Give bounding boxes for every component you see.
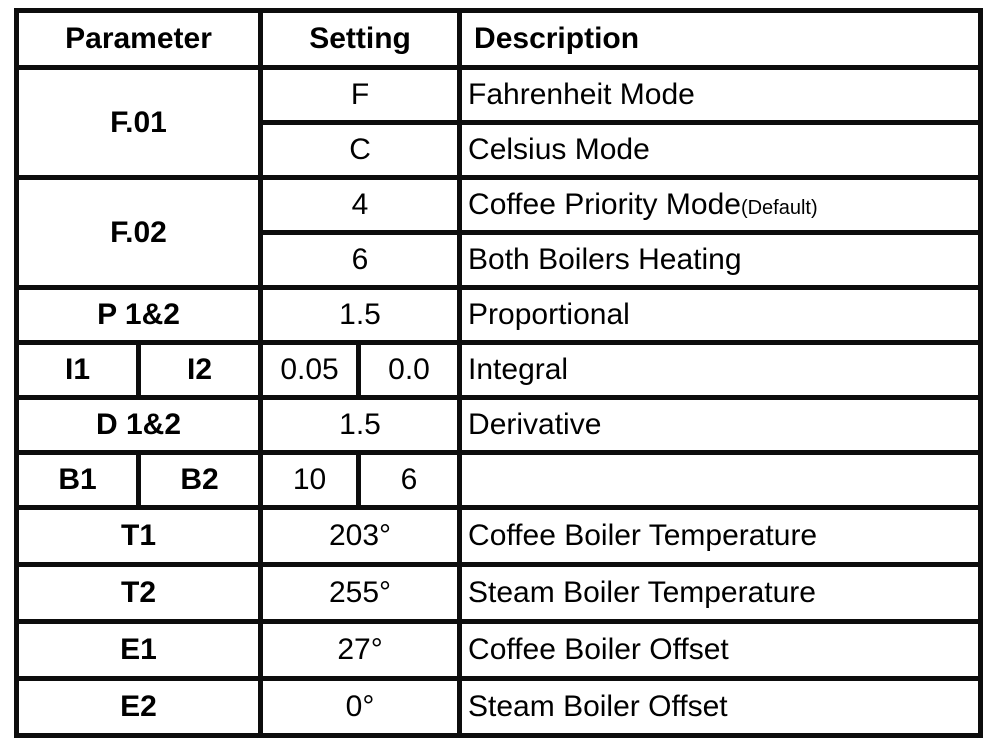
- cell-setting-b2: 6: [356, 450, 463, 510]
- cell-description-coffee-boiler-temperature: Coffee Boiler Temperature: [457, 505, 984, 567]
- cell-parameter-b2: B2: [135, 450, 264, 510]
- table-row: P 1&2 1.5 Proportional: [13, 285, 984, 345]
- cell-description-steam-boiler-temperature: Steam Boiler Temperature: [457, 562, 984, 624]
- cell-parameter-t1: T1: [13, 505, 264, 567]
- parameter-settings-table: Parameter Setting Description F.01 F Fah…: [13, 8, 984, 738]
- table-row: B1 B2 10 6: [14, 450, 984, 510]
- cell-setting-e2: 0°: [258, 676, 463, 738]
- cell-parameter-i2: I2: [135, 340, 264, 400]
- description-text: Coffee Priority Mode: [468, 188, 741, 221]
- cell-setting-d12: 1.5: [258, 395, 463, 455]
- cell-parameter-i1: I1: [14, 340, 141, 400]
- table-header-row: Parameter Setting Description: [13, 8, 984, 70]
- cell-setting-f02-6: 6: [258, 230, 463, 290]
- cell-parameter-f02: F.02: [13, 175, 264, 290]
- cell-setting-p12: 1.5: [258, 285, 463, 345]
- parameter-settings-table-container: Parameter Setting Description F.01 F Fah…: [13, 8, 984, 738]
- cell-description-derivative: Derivative: [457, 395, 984, 455]
- table-row: I1 I2 0.05 0.0 Integral: [14, 340, 984, 400]
- cell-description-steam-boiler-offset: Steam Boiler Offset: [457, 676, 984, 738]
- cell-description-b12-empty: [457, 450, 984, 510]
- cell-description-coffee-boiler-offset: Coffee Boiler Offset: [457, 619, 984, 681]
- cell-setting-i2: 0.0: [356, 340, 463, 400]
- cell-description-proportional: Proportional: [457, 285, 984, 345]
- cell-setting-i1: 0.05: [258, 340, 362, 400]
- cell-setting-b1: 10: [258, 450, 362, 510]
- description-default-note: (Default): [740, 197, 818, 219]
- cell-setting-f02-4: 4: [258, 175, 463, 235]
- table-row: F.02 4 Coffee Priority Mode(Default): [13, 175, 984, 290]
- cell-parameter-f01: F.01: [13, 65, 264, 180]
- header-cell-setting: Setting: [258, 8, 463, 70]
- cell-description-coffee-priority-mode: Coffee Priority Mode(Default): [457, 175, 984, 235]
- table-row: D 1&2 1.5 Derivative: [13, 395, 984, 455]
- header-cell-description: Description: [457, 8, 984, 70]
- table-row: F.01 F Fahrenheit Mode: [13, 65, 984, 180]
- table-row: T1 203° Coffee Boiler Temperature: [13, 505, 984, 567]
- cell-parameter-d12: D 1&2: [13, 395, 264, 455]
- cell-description-both-boilers-heating: Both Boilers Heating: [457, 230, 984, 290]
- table-row: E1 27° Coffee Boiler Offset: [13, 619, 984, 681]
- cell-parameter-e1: E1: [13, 619, 264, 681]
- cell-description-celsius-mode: Celsius Mode: [457, 120, 984, 180]
- cell-parameter-t2: T2: [13, 562, 264, 624]
- cell-setting-f01-c: C: [258, 120, 463, 180]
- cell-parameter-p12: P 1&2: [13, 285, 264, 345]
- cell-setting-f01-f: F: [258, 65, 463, 125]
- cell-setting-t2: 255°: [258, 562, 463, 624]
- cell-parameter-b1: B1: [14, 450, 141, 510]
- table-row: T2 255° Steam Boiler Temperature: [13, 562, 984, 624]
- cell-setting-e1: 27°: [258, 619, 463, 681]
- cell-description-fahrenheit-mode: Fahrenheit Mode: [457, 65, 984, 125]
- cell-setting-t1: 203°: [258, 505, 463, 567]
- cell-description-integral: Integral: [457, 340, 984, 400]
- cell-parameter-e2: E2: [13, 676, 264, 738]
- table-row: E2 0° Steam Boiler Offset: [13, 676, 984, 738]
- header-cell-parameter: Parameter: [13, 8, 264, 70]
